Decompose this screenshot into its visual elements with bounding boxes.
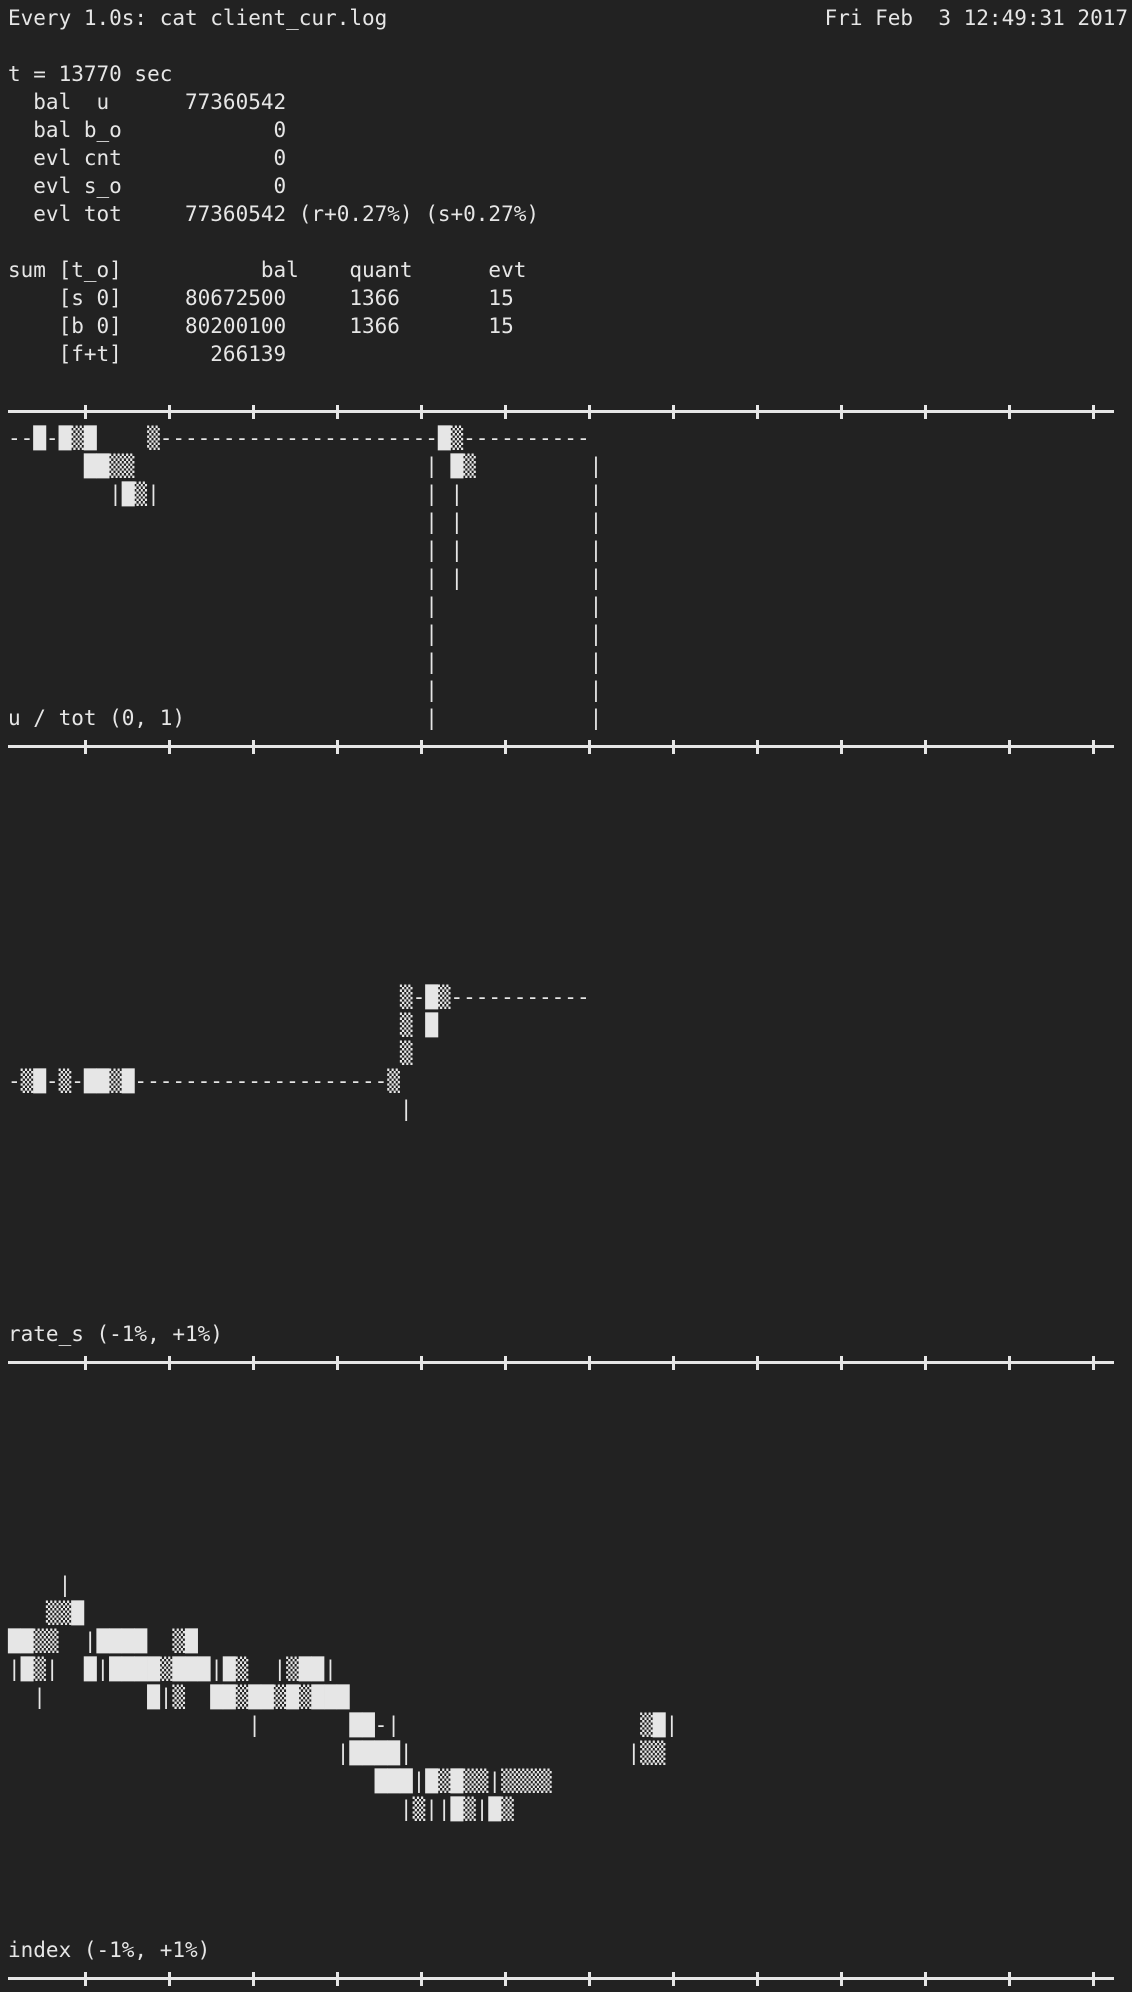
summary-row: [f+t] 266139 — [8, 342, 287, 366]
ruler-tick — [756, 1356, 759, 1370]
ruler-tick — [168, 1356, 171, 1370]
summary-row: [b 0] 80200100 1366 15 — [8, 314, 514, 338]
ruler-tick — [840, 1356, 843, 1370]
ruler-tick — [336, 1972, 339, 1986]
plot-label-index: index (-1%, +1%) — [8, 1938, 211, 1962]
ruler-tick — [336, 405, 339, 419]
ruler-tick — [672, 405, 675, 419]
status-line: evl tot 77360542 (r+0.27%) (s+0.27%) — [8, 202, 540, 226]
ruler-tick — [672, 1356, 675, 1370]
plot-u-tot: --█-█▒█ ▒----------------------█▒-------… — [8, 426, 603, 730]
ruler-tick — [840, 405, 843, 419]
ruler-tick — [672, 1972, 675, 1986]
ruler-tick — [504, 405, 507, 419]
ruler-tick — [1008, 1972, 1011, 1986]
ruler-tick — [168, 405, 171, 419]
ruler-tick — [252, 405, 255, 419]
ruler-tick — [504, 740, 507, 754]
ruler-tick — [1092, 405, 1095, 419]
ruler-3 — [8, 1972, 1114, 1986]
plot-index: | ▒▒█ ██▒▒ |████ ▒█ |█▒| █|████▒███|█▒ |… — [8, 1573, 679, 1821]
ruler-tick — [924, 1356, 927, 1370]
ruler-tick — [252, 1356, 255, 1370]
ruler-tick — [1092, 740, 1095, 754]
terminal-window: Every 1.0s: cat client_cur.log Fri Feb 3… — [0, 0, 1132, 1992]
ruler-tick — [336, 740, 339, 754]
ruler-tick — [168, 740, 171, 754]
status-line: bal b_o 0 — [8, 118, 287, 142]
ruler-tick — [924, 1972, 927, 1986]
ruler-tick — [1092, 1972, 1095, 1986]
ruler-tick — [84, 1356, 87, 1370]
summary-row: [s 0] 80672500 1366 15 — [8, 286, 514, 310]
ruler-tick — [252, 740, 255, 754]
ruler-tick — [252, 1972, 255, 1986]
ruler-tick — [420, 1356, 423, 1370]
ruler-tick — [1008, 1356, 1011, 1370]
status-line: evl s_o 0 — [8, 174, 287, 198]
ruler-tick — [420, 740, 423, 754]
time-line: t = 13770 sec — [8, 62, 173, 86]
ruler-tick — [1092, 1356, 1095, 1370]
ruler-tick — [504, 1972, 507, 1986]
watch-command: Every 1.0s: cat client_cur.log — [8, 6, 388, 30]
ruler-1 — [8, 740, 1114, 754]
status-line: evl cnt 0 — [8, 146, 287, 170]
ruler-tick — [588, 405, 591, 419]
summary-header: sum [t_o] bal quant evt — [8, 258, 527, 282]
ruler-top-1 — [8, 405, 1114, 419]
ruler-tick — [1008, 405, 1011, 419]
ruler-tick — [336, 1356, 339, 1370]
ruler-tick — [756, 405, 759, 419]
ruler-2 — [8, 1356, 1114, 1370]
status-line: bal u 77360542 — [8, 90, 287, 114]
ruler-tick — [840, 740, 843, 754]
ruler-tick — [588, 740, 591, 754]
ruler-tick — [168, 1972, 171, 1986]
ruler-tick — [84, 1972, 87, 1986]
plot-rate-s: ▒-█▒----------- ▒ █ ▒ -▒█-▒-██▒█--------… — [8, 985, 590, 1121]
plot-label-u-tot: u / tot (0, 1) — [8, 706, 186, 730]
watch-datetime: Fri Feb 3 12:49:31 2017 — [824, 6, 1128, 30]
ruler-tick — [420, 405, 423, 419]
ruler-tick — [84, 405, 87, 419]
ruler-tick — [588, 1356, 591, 1370]
ruler-tick — [756, 1972, 759, 1986]
ruler-tick — [924, 405, 927, 419]
ruler-tick — [504, 1356, 507, 1370]
ruler-tick — [84, 740, 87, 754]
ruler-tick — [840, 1972, 843, 1986]
ruler-tick — [756, 740, 759, 754]
ruler-tick — [672, 740, 675, 754]
plot-label-rate-s: rate_s (-1%, +1%) — [8, 1322, 223, 1346]
ruler-tick — [420, 1972, 423, 1986]
ruler-tick — [588, 1972, 591, 1986]
ruler-tick — [1008, 740, 1011, 754]
ruler-tick — [924, 740, 927, 754]
